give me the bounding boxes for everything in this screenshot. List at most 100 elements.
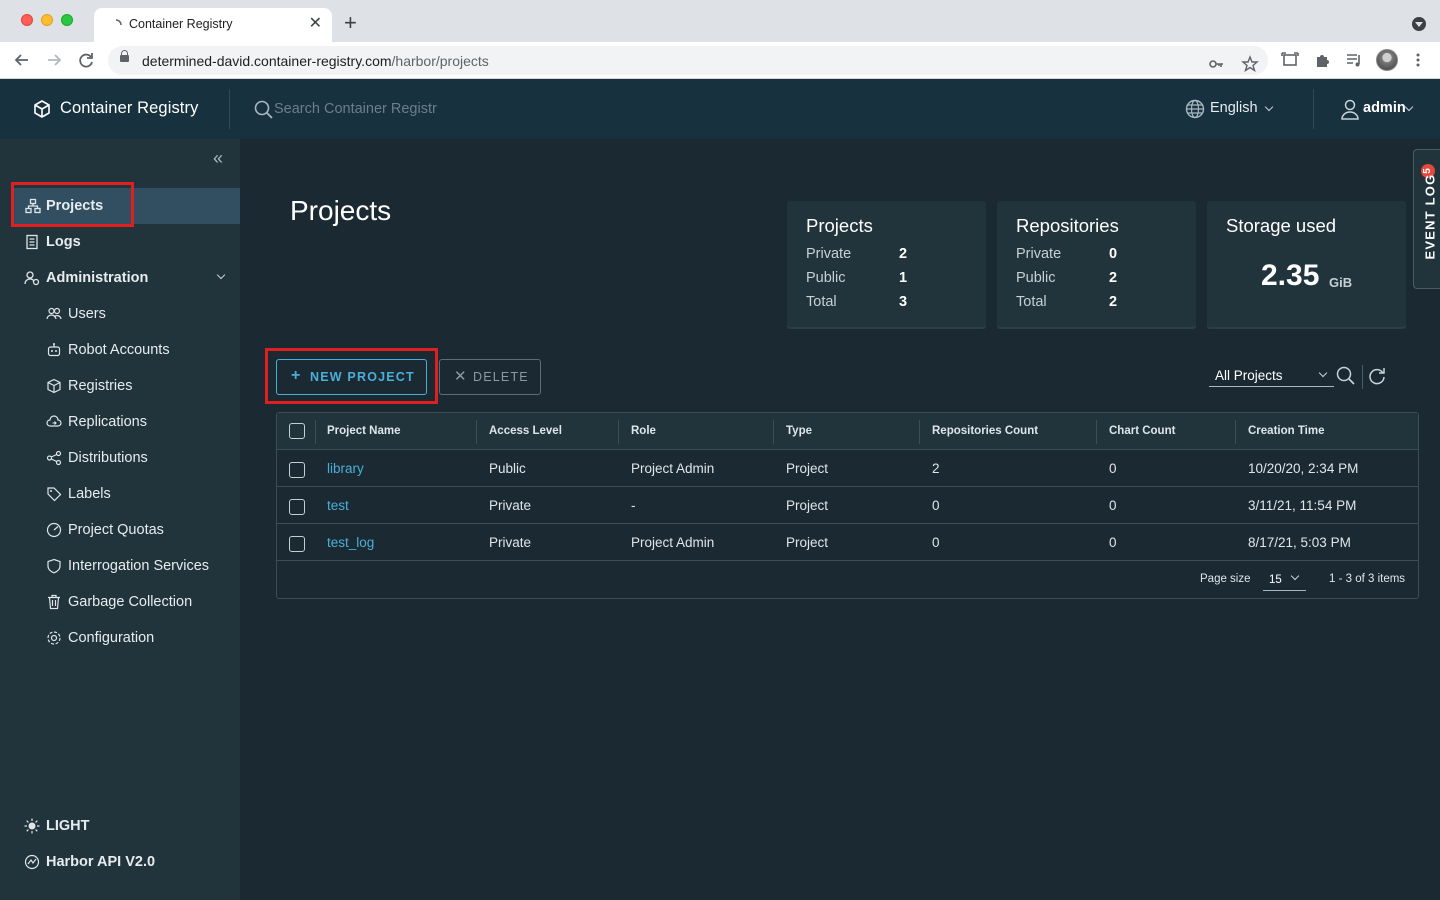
sidebar-item-label: Interrogation Services (68, 558, 210, 574)
table-header: Project Name Access Level Role Type Repo… (277, 413, 1418, 450)
close-icon: ✕ (454, 368, 468, 385)
key-icon[interactable] (1208, 55, 1226, 73)
close-window-button[interactable] (21, 14, 33, 26)
sidebar-item-label: Configuration (68, 630, 155, 646)
new-tab-icon[interactable]: + (344, 12, 357, 34)
header-divider (229, 89, 230, 129)
toolbar-divider (1362, 365, 1363, 389)
globe-icon[interactable] (1185, 99, 1205, 119)
reload-icon[interactable] (75, 49, 97, 71)
forward-icon[interactable] (43, 49, 65, 71)
app-header: Container Registry English admin (0, 79, 1440, 139)
table-row: test Private - Project 0 0 3/11/21, 11:5… (277, 487, 1418, 524)
table-cell: Private (489, 498, 532, 513)
sidebar-item-logs[interactable]: Logs (0, 224, 240, 260)
projects-summary-card: Projects Private 2 Public 1 Total 3 (787, 201, 986, 327)
back-icon[interactable] (11, 49, 33, 71)
row-checkbox[interactable] (289, 462, 305, 478)
column-divider (773, 420, 774, 444)
column-header[interactable]: Type (786, 425, 812, 437)
api-icon (24, 854, 40, 870)
sidebar-item-interrogation-services[interactable]: Interrogation Services (0, 548, 240, 584)
sidebar-item-distributions[interactable]: Distributions (0, 440, 240, 476)
table-cell: 0 (932, 498, 940, 513)
language-selector[interactable]: English (1210, 100, 1258, 116)
projects-icon (25, 198, 41, 214)
sidebar-item-configuration[interactable]: Configuration (0, 620, 240, 656)
row-checkbox[interactable] (289, 536, 305, 552)
media-icon[interactable] (1345, 51, 1363, 69)
collapse-sidebar-icon[interactable]: « (213, 148, 223, 169)
sidebar-item-label: Labels (68, 486, 111, 502)
star-icon[interactable] (1241, 55, 1259, 73)
column-header[interactable]: Access Level (489, 425, 562, 437)
tab-search-icon[interactable] (1412, 17, 1426, 31)
page-size-select[interactable]: 15 (1263, 569, 1306, 591)
column-divider (476, 420, 477, 444)
card-value: 2 (899, 246, 908, 262)
card-title: Repositories (1016, 215, 1119, 236)
sidebar-item-projects[interactable]: Projects (12, 188, 240, 224)
profile-avatar[interactable] (1376, 49, 1398, 71)
extensions-icon[interactable] (1313, 51, 1331, 69)
repositories-summary-card: Repositories Private 0 Public 2 Total 2 (997, 201, 1196, 327)
search-icon[interactable] (1335, 365, 1357, 387)
registries-icon (47, 378, 61, 394)
row-checkbox[interactable] (289, 499, 305, 515)
maximize-window-button[interactable] (61, 14, 73, 26)
user-icon[interactable] (1340, 98, 1360, 120)
new-project-button[interactable]: + NEW PROJECT (276, 359, 427, 395)
sidebar-item-users[interactable]: Users (0, 296, 240, 332)
column-header[interactable]: Project Name (327, 425, 401, 437)
project-name-link[interactable]: library (327, 461, 364, 476)
api-link[interactable]: Harbor API V2.0 (0, 844, 240, 880)
event-log-tab[interactable]: 5 EVENT LOG (1413, 149, 1440, 289)
project-filter-select[interactable]: All Projects (1209, 365, 1334, 387)
sidebar-item-administration[interactable]: Administration (0, 260, 240, 296)
sidebar-item-label: Distributions (68, 450, 148, 466)
sidebar-item-label: Registries (68, 378, 133, 394)
chevron-down-icon[interactable] (1404, 102, 1414, 112)
user-menu[interactable]: admin (1363, 100, 1406, 116)
sidebar-item-project-quotas[interactable]: Project Quotas (0, 512, 240, 548)
robot-icon (47, 343, 61, 357)
delete-button[interactable]: ✕ DELETE (439, 359, 541, 395)
address-bar: determined-david.container-registry.com/… (0, 42, 1440, 79)
url-field[interactable]: determined-david.container-registry.com/… (108, 46, 1268, 75)
table-cell: 8/17/21, 5:03 PM (1248, 535, 1351, 550)
tab-close-icon[interactable]: ✕ (309, 14, 322, 34)
select-all-checkbox[interactable] (289, 423, 305, 439)
card-title: Projects (806, 215, 873, 236)
browser-tab-bar: Container Registry ✕ + (0, 0, 1440, 42)
sidebar-item-robot-accounts[interactable]: Robot Accounts (0, 332, 240, 368)
sidebar-item-registries[interactable]: Registries (0, 368, 240, 404)
project-name-link[interactable]: test_log (327, 535, 374, 550)
column-header[interactable]: Role (631, 425, 656, 437)
plus-icon: + (291, 367, 302, 384)
project-name-link[interactable]: test (327, 498, 349, 513)
theme-label: LIGHT (46, 818, 90, 834)
refresh-icon[interactable] (1366, 365, 1388, 387)
kebab-menu-icon[interactable] (1409, 51, 1427, 69)
theme-toggle[interactable]: LIGHT (0, 808, 240, 844)
column-header[interactable]: Creation Time (1248, 425, 1324, 437)
tab-title: Container Registry (129, 17, 233, 31)
card-label: Public (806, 270, 846, 286)
sidebar-item-replications[interactable]: Replications (0, 404, 240, 440)
browser-tab[interactable]: Container Registry ✕ (94, 8, 332, 42)
column-header[interactable]: Chart Count (1109, 425, 1175, 437)
global-search-input[interactable] (274, 99, 474, 119)
chevron-down-icon[interactable] (1264, 102, 1274, 112)
administration-icon (24, 271, 40, 286)
chevron-down-icon[interactable] (216, 270, 226, 280)
table-cell: 0 (1109, 498, 1117, 513)
brand-title[interactable]: Container Registry (60, 99, 198, 118)
card-title: Storage used (1226, 215, 1337, 236)
table-cell: Project (786, 535, 829, 550)
sidebar-item-labels[interactable]: Labels (0, 476, 240, 512)
sidebar-item-garbage-collection[interactable]: Garbage Collection (0, 584, 240, 620)
column-header[interactable]: Repositories Count (932, 425, 1038, 437)
minimize-window-button[interactable] (41, 14, 53, 26)
card-label: Private (806, 246, 852, 262)
screenshot-icon[interactable] (1281, 51, 1299, 69)
